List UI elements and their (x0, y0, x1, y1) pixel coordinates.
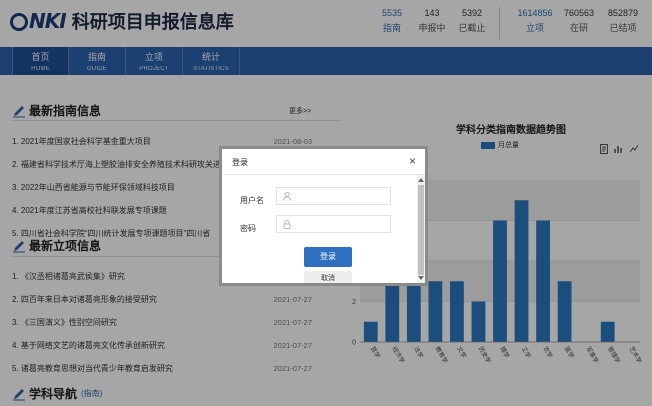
username-label: 用户名 (240, 196, 264, 205)
cancel-button[interactable]: 取消 (304, 271, 352, 283)
username-input[interactable] (276, 187, 391, 205)
username-field-row: 用户名 (240, 187, 391, 206)
close-icon[interactable]: × (409, 154, 416, 168)
dialog-body: 用户名 密码 登录 取消 (222, 175, 418, 283)
dialog-title: 登录 (232, 158, 248, 167)
dialog-scrollbar[interactable] (417, 175, 425, 283)
login-dialog: 登录 × 用户名 密码 登录 取消 (219, 146, 428, 286)
scroll-thumb[interactable] (418, 185, 424, 275)
password-input[interactable] (276, 215, 391, 233)
password-label: 密码 (240, 224, 256, 233)
dialog-header: 登录 × (222, 149, 425, 175)
login-button[interactable]: 登录 (304, 247, 352, 267)
scroll-up-icon[interactable] (418, 178, 424, 182)
scroll-down-icon[interactable] (418, 276, 424, 280)
lock-icon (283, 219, 291, 229)
password-field-row: 密码 (240, 215, 391, 234)
user-icon (283, 191, 291, 201)
